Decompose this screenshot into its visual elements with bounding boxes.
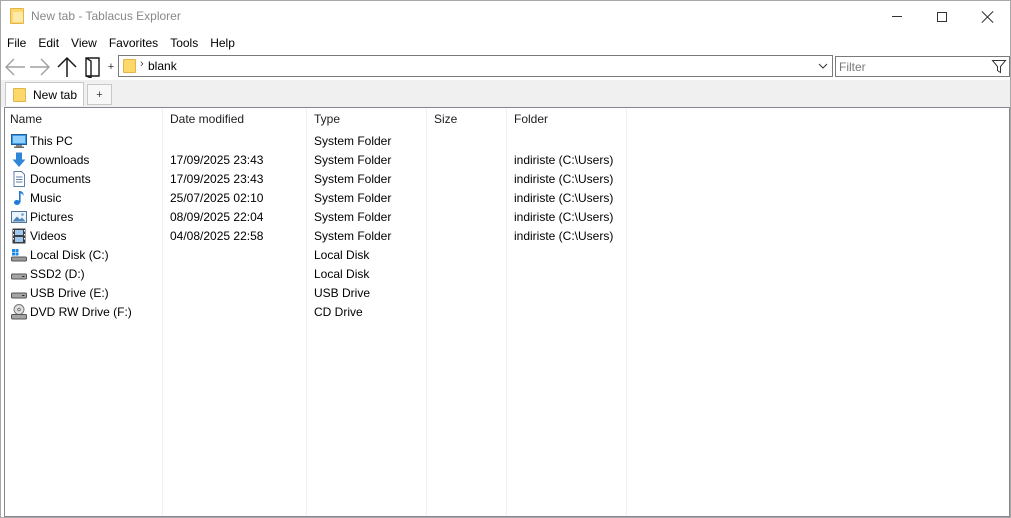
item-date: 08/09/2025 22:04 xyxy=(170,210,264,224)
close-button[interactable] xyxy=(965,1,1011,32)
tab-label: New tab xyxy=(33,88,78,102)
close-icon xyxy=(982,11,994,23)
folder-icon xyxy=(13,88,26,102)
download-icon xyxy=(12,152,26,167)
item-name: Downloads xyxy=(30,153,90,167)
list-item[interactable]: SSD2 (D:) Local Disk xyxy=(5,265,1009,284)
add-tab-button[interactable]: + xyxy=(87,84,112,105)
filter-input[interactable]: Filter xyxy=(835,56,1010,77)
item-date: 17/09/2025 23:43 xyxy=(170,172,264,186)
item-type: System Folder xyxy=(314,191,392,205)
list-item[interactable]: Local Disk (C:) Local Disk xyxy=(5,246,1009,265)
menu-edit[interactable]: Edit xyxy=(32,33,65,53)
back-button[interactable] xyxy=(3,55,27,78)
item-name: Videos xyxy=(30,229,67,243)
document-icon xyxy=(13,171,25,187)
menu-view[interactable]: View xyxy=(65,33,103,53)
item-type: System Folder xyxy=(314,172,392,186)
usb-drive-icon xyxy=(11,292,27,299)
arrow-left-icon xyxy=(5,58,25,75)
address-bar[interactable]: › blank xyxy=(118,55,833,77)
address-dropdown-button[interactable] xyxy=(817,59,829,73)
item-folder: indiriste (C:\Users) xyxy=(514,210,614,224)
item-type: Local Disk xyxy=(314,248,370,262)
title-bar[interactable]: New tab - Tablacus Explorer xyxy=(1,1,1010,32)
arrow-right-icon xyxy=(30,58,50,75)
item-name: USB Drive (E:) xyxy=(30,286,109,300)
list-header: Name Date modified Type Size Folder xyxy=(5,108,1009,132)
item-folder: indiriste (C:\Users) xyxy=(514,229,614,243)
list-item[interactable]: Music 25/07/2025 02:10 System Folder ind… xyxy=(5,189,1009,208)
panel-icon xyxy=(85,56,100,78)
column-header-size[interactable]: Size xyxy=(434,112,457,126)
menu-favorites[interactable]: Favorites xyxy=(103,33,164,53)
menu-file[interactable]: File xyxy=(1,33,32,53)
chevron-down-icon xyxy=(818,63,828,69)
column-header-folder[interactable]: Folder xyxy=(514,112,548,126)
item-folder: indiriste (C:\Users) xyxy=(514,191,614,205)
breadcrumb-separator[interactable]: › xyxy=(140,58,144,70)
column-header-name[interactable]: Name xyxy=(10,112,42,126)
list-item[interactable]: DVD RW Drive (F:) CD Drive xyxy=(5,303,1009,322)
item-date: 04/08/2025 22:58 xyxy=(170,229,264,243)
item-type: Local Disk xyxy=(314,267,370,281)
item-name: Pictures xyxy=(30,210,74,224)
music-note-icon xyxy=(14,191,24,205)
item-type: System Folder xyxy=(314,134,392,148)
tab-new-tab[interactable]: New tab xyxy=(5,82,84,106)
window-title: New tab - Tablacus Explorer xyxy=(31,9,181,23)
maximize-icon xyxy=(937,11,947,22)
minimize-icon xyxy=(892,16,902,17)
explorer-window: New tab - Tablacus Explorer File Edit Vi… xyxy=(0,0,1011,518)
item-name: SSD2 (D:) xyxy=(30,267,85,281)
address-value[interactable]: blank xyxy=(148,59,177,73)
filter-icon[interactable] xyxy=(991,59,1007,74)
tab-bar: New tab + xyxy=(1,80,1010,107)
item-name: DVD RW Drive (F:) xyxy=(30,305,132,319)
list-item[interactable]: This PC System Folder xyxy=(5,132,1009,151)
item-name: Documents xyxy=(30,172,91,186)
dvd-drive-icon xyxy=(11,304,27,320)
item-date: 25/07/2025 02:10 xyxy=(170,191,264,205)
plus-button[interactable]: + xyxy=(105,55,117,78)
menu-help[interactable]: Help xyxy=(204,33,241,53)
item-name: This PC xyxy=(30,134,73,148)
filter-placeholder: Filter xyxy=(839,60,866,74)
item-name: Local Disk (C:) xyxy=(30,248,109,262)
list-item[interactable]: Pictures 08/09/2025 22:04 System Folder … xyxy=(5,208,1009,227)
maximize-button[interactable] xyxy=(919,1,965,32)
computer-icon xyxy=(11,134,27,148)
film-icon xyxy=(12,228,26,244)
list-item[interactable]: USB Drive (E:) USB Drive xyxy=(5,284,1009,303)
item-folder: indiriste (C:\Users) xyxy=(514,172,614,186)
item-type: System Folder xyxy=(314,153,392,167)
item-date: 17/09/2025 23:43 xyxy=(170,153,264,167)
folder-icon xyxy=(10,8,24,24)
picture-icon xyxy=(11,211,27,223)
column-header-type[interactable]: Type xyxy=(314,112,340,126)
item-name: Music xyxy=(30,191,62,205)
column-header-date[interactable]: Date modified xyxy=(170,112,244,126)
item-type: USB Drive xyxy=(314,286,371,300)
minimize-button[interactable] xyxy=(874,1,920,32)
list-item[interactable]: Documents 17/09/2025 23:43 System Folder… xyxy=(5,170,1009,189)
list-item[interactable]: Downloads 17/09/2025 23:43 System Folder… xyxy=(5,151,1009,170)
list-item[interactable]: Videos 04/08/2025 22:58 System Folder in… xyxy=(5,227,1009,246)
item-type: System Folder xyxy=(314,210,392,224)
up-button[interactable] xyxy=(55,55,79,78)
menu-tools[interactable]: Tools xyxy=(164,33,204,53)
item-type: CD Drive xyxy=(314,305,363,319)
arrow-up-icon xyxy=(57,56,77,77)
file-list[interactable]: Name Date modified Type Size Folder This… xyxy=(4,107,1010,517)
pane-toggle-button[interactable] xyxy=(82,55,104,78)
item-type: System Folder xyxy=(314,229,392,243)
item-folder: indiriste (C:\Users) xyxy=(514,153,614,167)
drive-icon xyxy=(11,273,27,280)
folder-icon xyxy=(123,59,136,73)
forward-button[interactable] xyxy=(28,55,52,78)
toolbar: + › blank Filter xyxy=(1,54,1010,79)
menu-bar: File Edit View Favorites Tools Help xyxy=(1,33,241,53)
system-drive-icon xyxy=(11,249,27,262)
